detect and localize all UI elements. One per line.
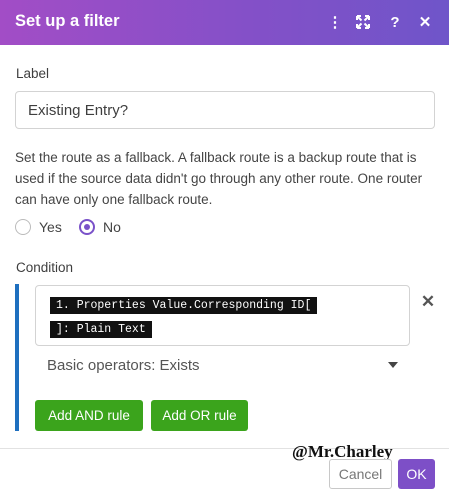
radio-yes[interactable]: Yes <box>15 219 62 235</box>
radio-yes-circle[interactable] <box>15 219 31 235</box>
dialog-header: Set up a filter ⋮ ? ✕ <box>0 0 449 45</box>
more-vertical-icon[interactable]: ⋮ <box>324 10 346 34</box>
dialog-title: Set up a filter <box>15 12 120 30</box>
label-field-title: Label <box>16 66 50 81</box>
radio-no-label: No <box>103 219 121 235</box>
operator-select[interactable]: Basic operators: Exists <box>35 352 410 380</box>
radio-yes-label: Yes <box>39 219 62 235</box>
mapped-value-pill-cont[interactable]: ]: Plain Text <box>50 321 152 338</box>
add-and-rule-button[interactable]: Add AND rule <box>35 400 143 431</box>
operator-select-value: Basic operators: Exists <box>47 357 200 374</box>
condition-group-bar <box>15 284 19 431</box>
help-icon[interactable]: ? <box>384 10 406 34</box>
mapped-value-pill[interactable]: 1. Properties Value.Corresponding ID[ <box>50 297 318 314</box>
condition-title: Condition <box>16 260 74 275</box>
cancel-button[interactable]: Cancel <box>329 459 392 489</box>
chevron-down-icon <box>388 362 398 368</box>
label-input[interactable] <box>15 91 435 129</box>
remove-condition-icon[interactable]: ✕ <box>419 292 437 312</box>
ok-button[interactable]: OK <box>398 459 435 489</box>
fallback-description: Set the route as a fallback. A fallback … <box>15 150 423 207</box>
radio-no-circle[interactable] <box>79 219 95 235</box>
radio-no[interactable]: No <box>79 219 121 235</box>
expand-icon[interactable] <box>352 10 374 34</box>
add-or-rule-button[interactable]: Add OR rule <box>151 400 248 431</box>
condition-operand-field[interactable]: 1. Properties Value.Corresponding ID[ ]:… <box>35 285 410 346</box>
close-icon[interactable]: ✕ <box>414 10 436 34</box>
